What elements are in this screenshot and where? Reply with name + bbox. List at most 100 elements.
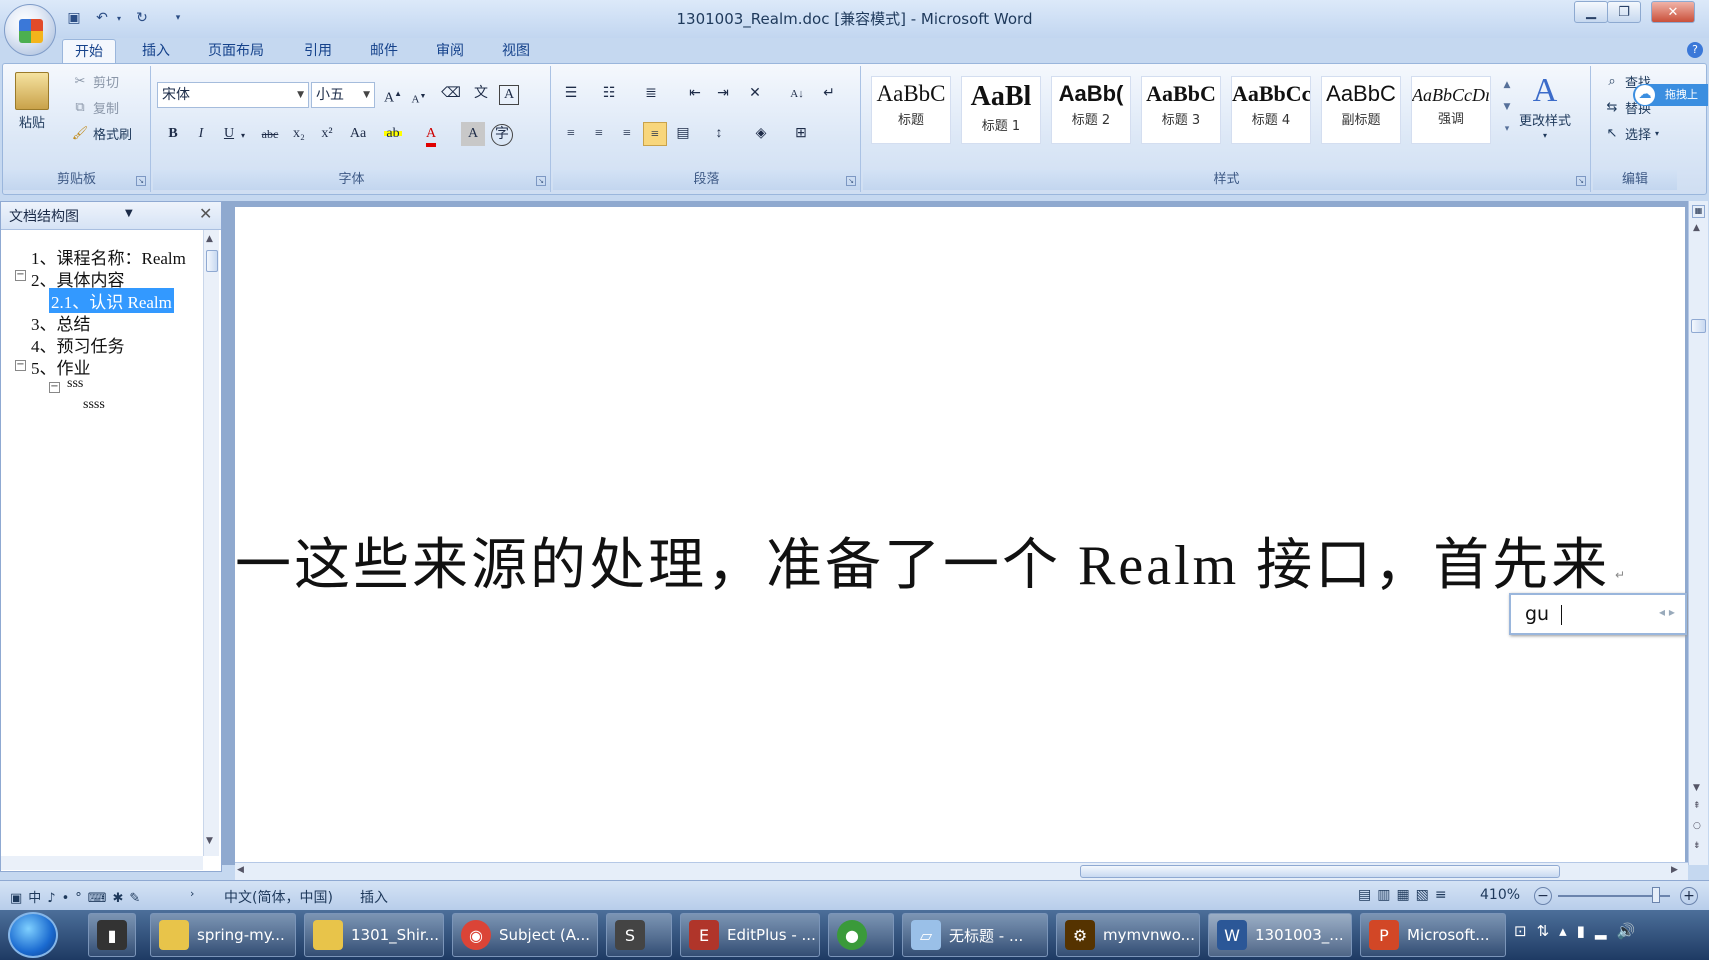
tab-review[interactable]: 审阅 — [424, 39, 476, 64]
line-spacing-icon[interactable]: ↕ — [707, 122, 731, 146]
scroll-down-icon[interactable]: ▼ — [206, 836, 213, 846]
collapse-icon[interactable]: − — [15, 360, 26, 371]
zoom-slider-thumb[interactable] — [1652, 887, 1660, 903]
chinese-layout-icon[interactable]: ✕ — [743, 82, 767, 106]
phonetic-guide-icon[interactable]: 文 — [469, 82, 493, 106]
sort-icon[interactable]: A↓ — [785, 82, 809, 106]
increase-indent-icon[interactable]: ⇥ — [711, 82, 735, 106]
taskbar-item[interactable]: ● — [828, 913, 894, 957]
char-shading-icon[interactable]: A — [461, 122, 485, 146]
cut-button[interactable]: ✂ 剪切 — [71, 72, 119, 92]
style-heading-3[interactable]: AaBbC 标题 3 — [1141, 76, 1221, 144]
office-button[interactable] — [4, 4, 56, 56]
font-color-icon[interactable]: A — [419, 122, 443, 147]
scroll-right-icon[interactable]: ▶ — [1671, 865, 1678, 875]
nav-scroll-thumb[interactable] — [206, 250, 218, 272]
taskbar-item[interactable]: ⚙ mymvnwo... — [1056, 913, 1200, 957]
align-right-icon[interactable]: ≡ — [615, 122, 639, 146]
decrease-indent-icon[interactable]: ⇤ — [683, 82, 707, 106]
shrink-font-button[interactable]: A▼ — [407, 84, 431, 108]
scroll-up-icon[interactable]: ▲ — [1693, 223, 1700, 233]
multilevel-list-icon[interactable]: ≣ — [639, 82, 663, 106]
style-emphasis[interactable]: AaBbCcDı 强调 — [1411, 76, 1491, 144]
nav-item[interactable]: ssss — [83, 397, 105, 413]
font-size-select[interactable]: 小五 ▼ — [311, 82, 375, 108]
horizontal-scroll-thumb[interactable] — [1080, 865, 1560, 878]
taskbar-item[interactable]: P Microsoft... — [1360, 913, 1506, 957]
tab-references[interactable]: 引用 — [292, 39, 344, 64]
minimize-button[interactable]: ▁ — [1574, 1, 1608, 23]
chevron-down-icon[interactable]: ▼ — [125, 208, 133, 219]
align-center-icon[interactable]: ≡ — [587, 122, 611, 146]
font-launcher-icon[interactable]: ↘ — [536, 176, 546, 186]
select-button[interactable]: ↖ 选择 ▾ — [1603, 124, 1659, 144]
enclose-char-icon[interactable]: 字 — [491, 124, 513, 146]
taskbar-pinned-app[interactable]: ▮ — [88, 913, 136, 957]
paste-button[interactable]: 粘贴 — [15, 72, 49, 131]
vertical-scroll-thumb[interactable] — [1691, 319, 1706, 333]
format-painter-button[interactable]: 🖌 格式刷 — [71, 124, 132, 144]
tab-home[interactable]: 开始 — [62, 39, 116, 64]
borders-icon[interactable]: ⊞ — [789, 122, 813, 146]
nav-item[interactable]: sss — [67, 376, 83, 392]
nav-vertical-scrollbar[interactable]: ▲ ▼ — [203, 230, 219, 856]
show-marks-icon[interactable]: ↵ — [817, 82, 841, 106]
scroll-left-icon[interactable]: ◀ — [237, 865, 244, 875]
ime-page-arrows-icon[interactable]: ◂ ▸ — [1659, 605, 1675, 619]
style-heading-2[interactable]: AaBb(标题 2 — [1051, 76, 1131, 144]
copy-button[interactable]: ⧉ 复制 — [71, 98, 119, 118]
style-title[interactable]: AaBbC 标题 — [871, 76, 951, 144]
highlight-icon[interactable]: ab — [381, 122, 405, 146]
strikethrough-button[interactable]: abc — [255, 122, 285, 146]
align-left-icon[interactable]: ≡ — [559, 122, 583, 146]
ime-toolbar-icons[interactable]: ▣中♪•°⌨✱✎ — [10, 887, 146, 906]
view-buttons[interactable]: ▤▥▦▧≡ — [1358, 887, 1453, 903]
scroll-up-icon[interactable]: ▲ — [206, 234, 213, 244]
tab-mailings[interactable]: 邮件 — [358, 39, 410, 64]
shading-icon[interactable]: ◈ — [749, 122, 773, 146]
justify-icon[interactable]: ≡ — [643, 122, 667, 146]
underline-dropdown-icon[interactable]: ▾ — [237, 124, 249, 148]
ime-composition-window[interactable]: gu ◂ ▸ — [1509, 593, 1687, 635]
vertical-scrollbar[interactable]: ▦ ▲ ▼ ⇞ ○ ⇟ — [1688, 201, 1708, 865]
change-case-button[interactable]: Aa — [343, 122, 373, 146]
taskbar-item[interactable]: ◉ Subject (A... — [452, 913, 598, 957]
select-browse-object-icon[interactable]: ○ — [1693, 821, 1701, 831]
tab-page-layout[interactable]: 页面布局 — [196, 39, 276, 64]
nav-horizontal-scrollbar[interactable] — [1, 856, 203, 870]
style-subtitle[interactable]: AaBbC 副标题 — [1321, 76, 1401, 144]
floating-drag-widget[interactable]: ☁ 拖拽上 — [1633, 84, 1708, 106]
styles-launcher-icon[interactable]: ↘ — [1576, 176, 1586, 186]
next-page-icon[interactable]: ⇟ — [1693, 841, 1701, 851]
collapse-icon[interactable]: − — [15, 270, 26, 281]
clear-format-icon[interactable]: ⌫ — [439, 82, 463, 106]
zoom-in-icon[interactable]: + — [1680, 887, 1698, 905]
style-heading-4[interactable]: AaBbCc 标题 4 — [1231, 76, 1311, 144]
insert-mode-indicator[interactable]: 插入 — [360, 887, 388, 907]
tab-view[interactable]: 视图 — [490, 39, 542, 64]
italic-button[interactable]: I — [189, 122, 213, 146]
distribute-icon[interactable]: ▤ — [671, 122, 695, 146]
styles-scroll[interactable]: ▲ ▼ ▾ — [1499, 74, 1515, 144]
zoom-out-icon[interactable]: − — [1534, 887, 1552, 905]
previous-page-icon[interactable]: ⇞ — [1693, 801, 1701, 811]
close-icon[interactable]: ✕ — [199, 204, 212, 223]
language-indicator[interactable]: 中文(简体，中国) — [224, 887, 333, 907]
bold-button[interactable]: B — [161, 122, 185, 146]
clipboard-launcher-icon[interactable]: ↘ — [136, 176, 146, 186]
scroll-down-icon[interactable]: ▼ — [1693, 783, 1700, 793]
change-styles-button[interactable]: A 更改样式 ▾ — [1519, 74, 1571, 141]
superscript-button[interactable]: x² — [315, 122, 339, 146]
taskbar-item[interactable]: ▱ 无标题 - ... — [902, 913, 1048, 957]
subscript-button[interactable]: x₂ — [287, 122, 311, 146]
paragraph-launcher-icon[interactable]: ↘ — [846, 176, 856, 186]
system-tray-icons[interactable]: ⊡⇅▴▮▂🔊 — [1514, 922, 1645, 940]
font-family-select[interactable]: 宋体 ▼ — [157, 82, 309, 108]
char-border-button[interactable]: A — [499, 85, 519, 105]
collapse-icon[interactable]: − — [49, 382, 60, 393]
start-button[interactable] — [8, 912, 58, 958]
chevron-right-icon[interactable]: › — [190, 887, 194, 900]
close-button[interactable]: ✕ — [1651, 1, 1695, 23]
restore-button[interactable]: ❐ — [1607, 1, 1641, 23]
horizontal-scrollbar[interactable]: ◀ ▶ — [235, 862, 1688, 880]
